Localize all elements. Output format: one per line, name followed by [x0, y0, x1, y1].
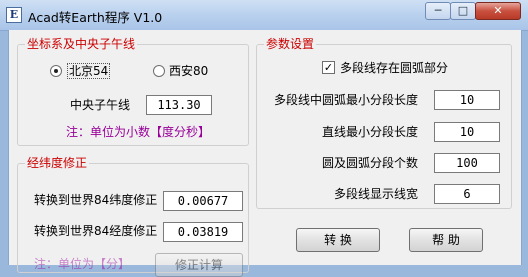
- arc-segment-length-input[interactable]: 10: [434, 90, 500, 110]
- lon-correction-input[interactable]: 0.03819: [163, 222, 243, 242]
- app-icon: E: [6, 7, 22, 23]
- arc-segment-length-label: 多段线中圆弧最小分段长度: [274, 93, 419, 107]
- minimize-button[interactable]: ─: [425, 2, 451, 20]
- circle-segment-count-label: 圆及圆弧分段个数: [322, 156, 419, 170]
- close-icon: ✕: [493, 4, 503, 17]
- circle-segment-count-input[interactable]: 100: [434, 153, 500, 173]
- xian80-label[interactable]: 西安80: [169, 64, 208, 78]
- beijing54-radio[interactable]: [50, 65, 62, 77]
- arc-checkbox[interactable]: ✓: [322, 61, 335, 74]
- coord-system-group: 坐标系及中央子午线 北京54 西安80 中央子午线 113.30 注：单位为小数…: [17, 37, 249, 146]
- minimize-icon: ─: [434, 4, 442, 17]
- meridian-input[interactable]: 113.30: [146, 95, 212, 115]
- dialog-client: 坐标系及中央子午线 北京54 西安80 中央子午线 113.30 注：单位为小数…: [8, 30, 522, 277]
- maximize-icon: □: [457, 4, 469, 17]
- arc-checkbox-label[interactable]: 多段线存在圆弧部分: [340, 61, 448, 75]
- maximize-button[interactable]: □: [450, 2, 476, 20]
- correction-calc-button[interactable]: 修正计算: [155, 253, 243, 277]
- beijing54-label[interactable]: 北京54: [67, 63, 111, 79]
- meridian-label: 中央子午线: [70, 98, 131, 112]
- parameter-settings-legend: 参数设置: [264, 37, 317, 51]
- xian80-radio[interactable]: [153, 65, 165, 77]
- lat-correction-input[interactable]: 0.00677: [163, 191, 243, 211]
- meridian-unit-note: 注：单位为小数【度分秒】: [66, 125, 211, 139]
- window-title: Acad转Earth程序 V1.0: [28, 10, 163, 25]
- latlon-correction-group: 经纬度修正 转换到世界84纬度修正 0.00677 转换到世界84经度修正 0.…: [17, 156, 249, 277]
- correction-unit-note: 注：单位为【分】: [34, 257, 131, 271]
- polyline-width-label: 多段线显示线宽: [334, 187, 419, 201]
- convert-button[interactable]: 转 换: [296, 228, 380, 252]
- parameter-settings-group: 参数设置 ✓ 多段线存在圆弧部分 多段线中圆弧最小分段长度 10 直线最小分段长…: [256, 37, 512, 209]
- line-segment-length-label: 直线最小分段长度: [322, 125, 419, 139]
- lat-correction-label: 转换到世界84纬度修正: [34, 193, 158, 207]
- close-button[interactable]: ✕: [475, 2, 521, 20]
- title-bar[interactable]: E Acad转Earth程序 V1.0 ─ □ ✕: [0, 0, 528, 31]
- coord-system-legend: 坐标系及中央子午线: [25, 37, 138, 51]
- lon-correction-label: 转换到世界84经度修正: [34, 224, 158, 238]
- latlon-correction-legend: 经纬度修正: [25, 156, 90, 170]
- help-button[interactable]: 帮 助: [409, 228, 483, 252]
- polyline-width-input[interactable]: 6: [434, 184, 500, 204]
- line-segment-length-input[interactable]: 10: [434, 122, 500, 142]
